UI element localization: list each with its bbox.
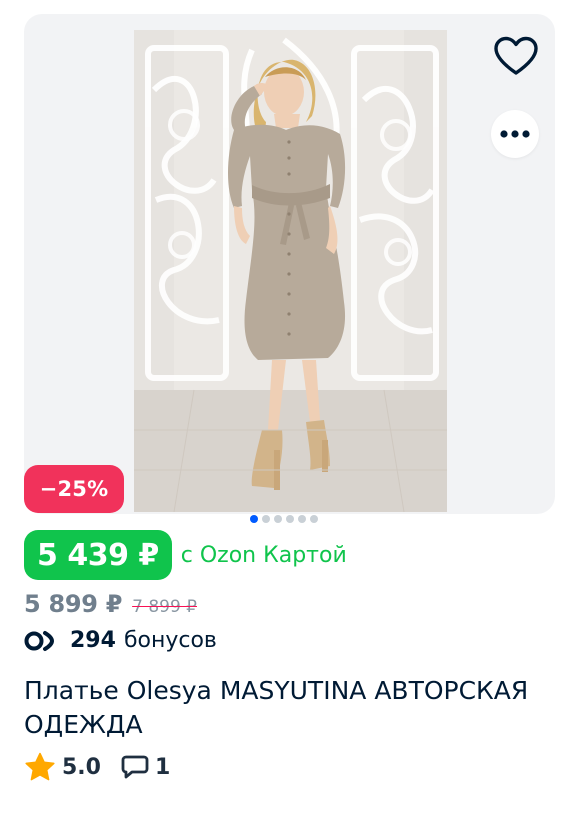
gallery-pagination[interactable]: [250, 515, 318, 523]
gallery-dot[interactable]: [310, 515, 318, 523]
ozon-card-label: с Ozon Картой: [180, 542, 347, 568]
bonus-row: 294 бонусов: [24, 628, 217, 653]
bonus-label: бонусов: [123, 628, 217, 653]
bonus-count: 294: [70, 628, 116, 653]
gallery-dot[interactable]: [298, 515, 306, 523]
heart-outline-icon: [494, 36, 538, 75]
rating-value: 5.0: [62, 754, 101, 780]
star-icon: [25, 752, 55, 781]
more-dots-icon: [500, 130, 530, 138]
gallery-dot[interactable]: [286, 515, 294, 523]
ozon-bonus-icon: [24, 630, 55, 651]
regular-price-row: 5 899 ₽ 7 899 ₽: [24, 590, 197, 618]
reviews-count: 1: [154, 754, 171, 780]
more-options-button[interactable]: [491, 110, 539, 158]
rating-row[interactable]: 5.0 1: [24, 752, 170, 782]
product-title[interactable]: Платье Olesya MASYUTINA АВТОРСКАЯ ОДЕЖДА: [24, 674, 544, 742]
speech-bubble-icon: [121, 754, 149, 780]
gallery-dot[interactable]: [250, 515, 258, 523]
gallery-dot[interactable]: [262, 515, 270, 523]
strikethrough-price: 7 899 ₽: [132, 597, 197, 617]
product-photo[interactable]: [134, 30, 447, 512]
regular-price: 5 899 ₽: [24, 590, 123, 618]
card-price: 5 439 ₽: [24, 530, 172, 580]
favorite-button[interactable]: [492, 34, 540, 78]
product-card[interactable]: −25% 5 439 ₽ с Ozon Картой 5 899 ₽ 7 899…: [0, 0, 576, 814]
price-row: 5 439 ₽ с Ozon Картой: [24, 530, 347, 580]
gallery-dot[interactable]: [274, 515, 282, 523]
product-gallery[interactable]: [24, 14, 555, 514]
discount-badge: −25%: [24, 465, 124, 513]
